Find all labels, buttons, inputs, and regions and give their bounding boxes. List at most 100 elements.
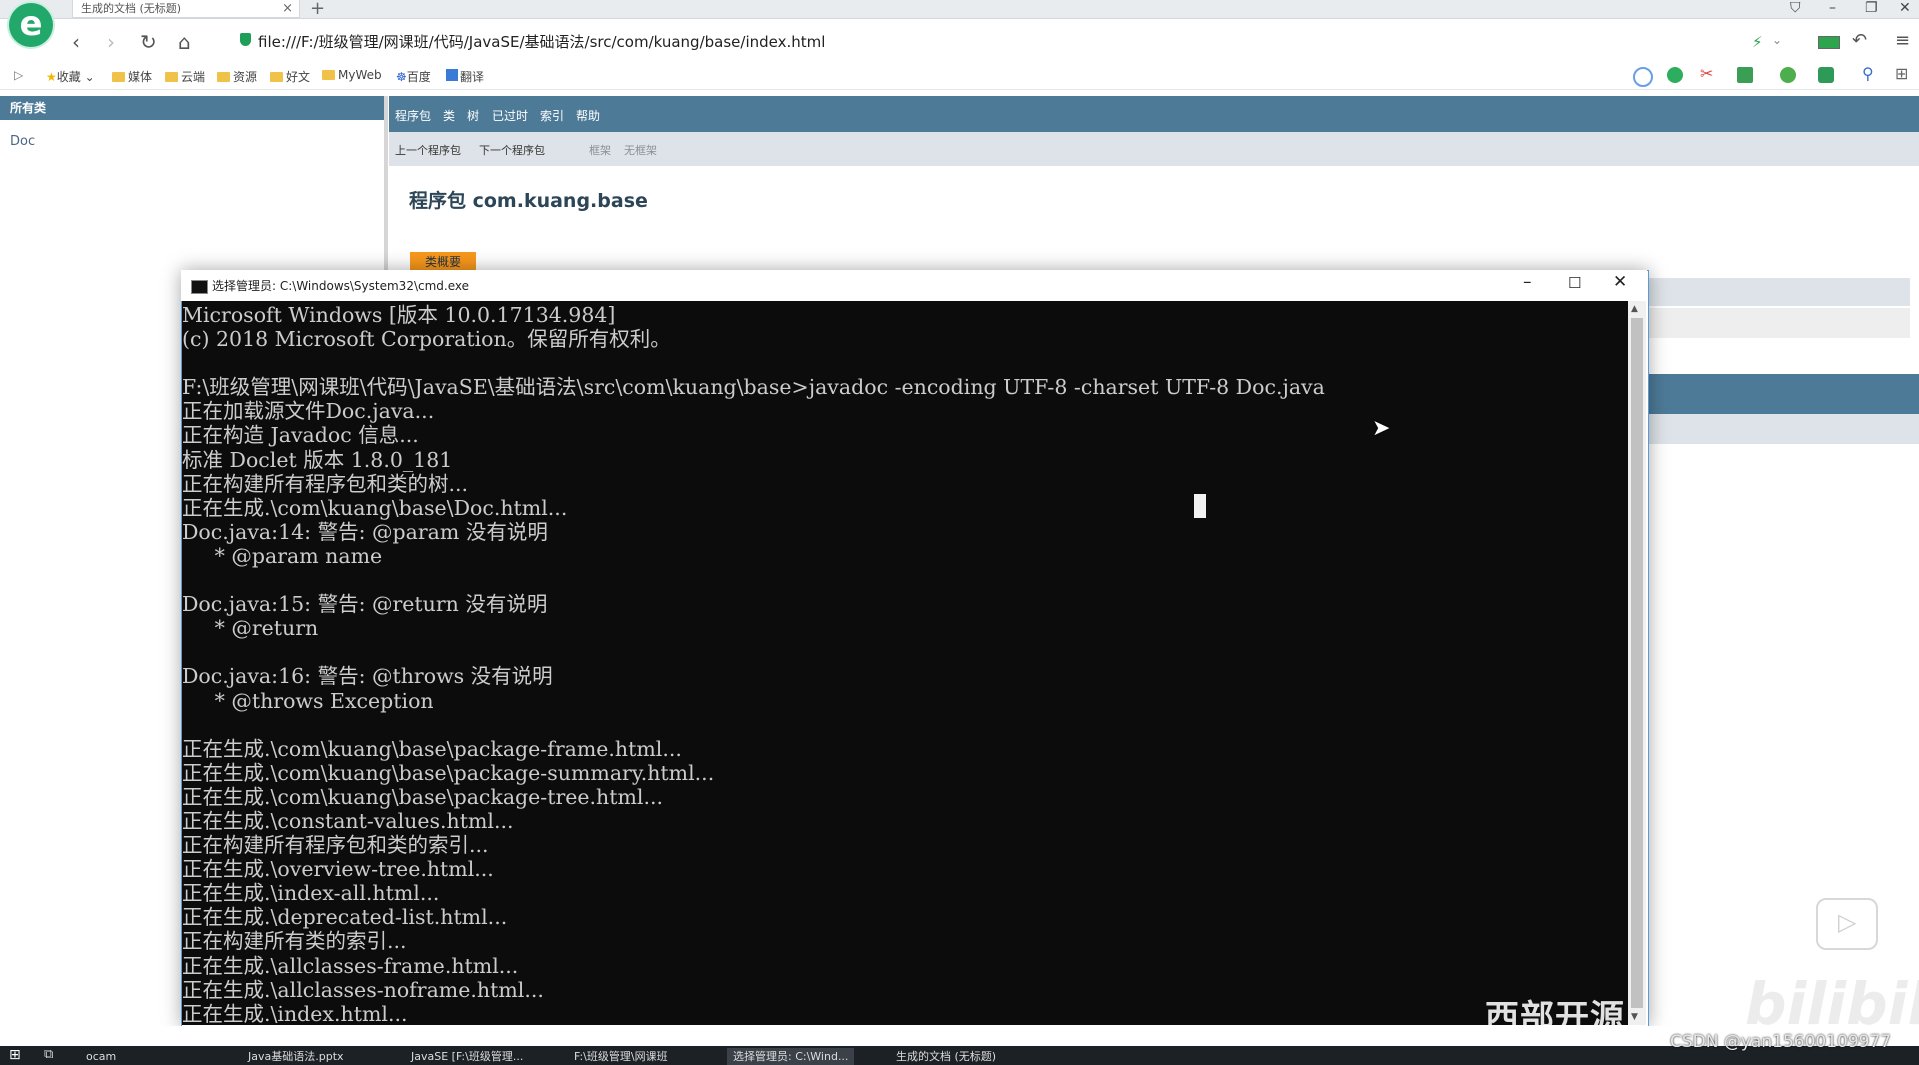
- console-line: 标准 Doclet 版本 1.8.0_181: [182, 447, 453, 472]
- folder-icon: [322, 70, 335, 80]
- javadoc-top-nav: [389, 96, 1919, 132]
- cmd-maximize-icon[interactable]: ☐: [1568, 274, 1581, 292]
- search-icon[interactable]: ⚲: [1862, 64, 1874, 83]
- close-window-icon[interactable]: ✕: [1899, 0, 1911, 16]
- cmd-close-icon[interactable]: ✕: [1613, 272, 1627, 292]
- download-ext-icon[interactable]: [1737, 67, 1753, 83]
- new-tab-icon[interactable]: +: [310, 0, 325, 19]
- back-icon[interactable]: ‹: [72, 30, 80, 54]
- browser-status-bar: [0, 1026, 1919, 1046]
- console-line: 正在构建所有程序包和类的索引...: [182, 833, 489, 858]
- nav-deprecated[interactable]: 已过时: [492, 107, 528, 124]
- task-view-icon[interactable]: ⧉: [44, 1047, 53, 1062]
- apps-grid-icon[interactable]: ⊞: [1895, 64, 1908, 83]
- prev-package-link[interactable]: 上一个程序包: [395, 142, 461, 158]
- console-line: 正在生成.\allclasses-noframe.html...: [182, 977, 544, 1002]
- console-line: 正在生成.\allclasses-frame.html...: [182, 953, 519, 978]
- taskbar-item-pptx[interactable]: Java基础语法.pptx: [242, 1048, 350, 1065]
- minimize-icon[interactable]: –: [1829, 0, 1836, 16]
- scroll-up-icon[interactable]: ▲: [1631, 304, 1638, 314]
- console-line: (c) 2018 Microsoft Corporation。保留所有权利。: [182, 327, 671, 352]
- console-line: 正在构造 Javadoc 信息...: [182, 423, 419, 448]
- windows-start-icon[interactable]: ⊞: [9, 1047, 21, 1063]
- console-line: Doc.java:14: 警告: @param 没有说明: [182, 519, 548, 544]
- lightning-icon[interactable]: ⚡: [1752, 33, 1763, 51]
- game-ext-icon[interactable]: [1818, 67, 1834, 83]
- folder-icon: [112, 72, 125, 82]
- no-frames-link[interactable]: 无框架: [624, 142, 657, 158]
- nav-package[interactable]: 程序包: [395, 107, 431, 124]
- play-icon: ▷: [1838, 908, 1857, 936]
- scissors-icon[interactable]: ✂: [1700, 64, 1713, 83]
- console-line: 正在生成.\index.html...: [182, 1001, 408, 1025]
- bookmark-translate[interactable]: 翻译: [446, 68, 484, 85]
- taskbar-item-explorer[interactable]: F:\班级管理\网课班: [568, 1048, 674, 1065]
- nav-index[interactable]: 索引: [540, 107, 564, 124]
- console-line: * @throws Exception: [182, 688, 434, 713]
- class-link-doc[interactable]: Doc: [10, 134, 35, 149]
- console-line: 正在生成.\com\kuang\base\package-summary.htm…: [182, 760, 715, 785]
- bookmark-cloud[interactable]: 云端: [165, 68, 205, 85]
- cmd-minimize-icon[interactable]: –: [1523, 272, 1532, 292]
- console-line: F:\班级管理\网课班\代码\JavaSE\基础语法\src\com\kuang…: [182, 375, 1325, 400]
- taskbar-item-idea[interactable]: JavaSE [F:\班级管理...: [405, 1048, 529, 1065]
- summary-table-row: [1640, 308, 1910, 338]
- taskbar-item-browser[interactable]: 生成的文档 (无标题): [890, 1048, 1002, 1065]
- taskbar-item-cmd[interactable]: 选择管理员: C:\Wind...: [727, 1048, 855, 1065]
- sidebar-toggle-icon[interactable]: ▷: [14, 68, 23, 82]
- console-line: 正在构建所有类的索引...: [182, 929, 407, 954]
- console-output[interactable]: Microsoft Windows [版本 10.0.17134.984] (c)…: [182, 301, 1628, 1025]
- taskbar-item-ocam[interactable]: ocam: [80, 1048, 122, 1065]
- console-line: Microsoft Windows [版本 10.0.17134.984]: [182, 303, 616, 327]
- nav-tree[interactable]: 树: [467, 107, 479, 124]
- shield-ext-icon[interactable]: [1780, 67, 1796, 83]
- csdn-watermark: CSDN @yan15600109977: [1670, 1032, 1892, 1052]
- bookmark-favorites[interactable]: ★收藏 ⌄: [46, 68, 95, 85]
- browser-tab[interactable]: 生成的文档 (无标题) ×: [72, 0, 300, 18]
- chevron-down-icon[interactable]: ⌄: [1772, 33, 1782, 47]
- console-line: * @return: [182, 616, 319, 641]
- console-line: 正在生成.\constant-values.html...: [182, 808, 514, 833]
- menu-icon[interactable]: ≡: [1895, 30, 1910, 51]
- bottom-nav-bar: [1640, 374, 1919, 414]
- console-line: 正在生成.\com\kuang\base\Doc.html...: [182, 495, 568, 520]
- frames-link[interactable]: 框架: [589, 142, 611, 158]
- play-button[interactable]: ▷: [1816, 898, 1878, 950]
- close-tab-icon[interactable]: ×: [282, 0, 293, 17]
- bookmark-articles[interactable]: 好文: [270, 68, 310, 85]
- nav-help[interactable]: 帮助: [576, 107, 600, 124]
- bookmark-baidu[interactable]: ☸百度: [396, 68, 431, 85]
- nav-class[interactable]: 类: [443, 107, 455, 124]
- extension-green-icon[interactable]: [1667, 67, 1683, 83]
- cmd-window-icon: [191, 280, 208, 294]
- minus-circle-icon[interactable]: [1633, 67, 1653, 87]
- bottom-sub-nav: [1640, 414, 1919, 444]
- restore-icon[interactable]: ❐: [1865, 0, 1878, 16]
- scroll-down-icon[interactable]: ▼: [1631, 1012, 1638, 1022]
- all-classes-header: 所有类: [0, 96, 384, 120]
- next-package-link[interactable]: 下一个程序包: [479, 142, 545, 158]
- browser-logo-icon[interactable]: e: [9, 3, 53, 47]
- scrollbar-thumb[interactable]: [1631, 318, 1643, 1008]
- battery-icon[interactable]: [1818, 36, 1840, 49]
- class-summary-tab: 类概要: [410, 252, 476, 272]
- url-field[interactable]: file:///F:/班级管理/网课班/代码/JavaSE/基础语法/src/c…: [258, 31, 825, 52]
- shirt-skin-icon[interactable]: ⛉: [1790, 0, 1801, 16]
- cmd-title: 选择管理员: C:\Windows\System32\cmd.exe: [212, 279, 469, 293]
- forward-icon[interactable]: ›: [107, 30, 115, 54]
- undo-icon[interactable]: ↶: [1852, 30, 1867, 51]
- text-cursor: [1194, 494, 1206, 518]
- console-text: Microsoft Windows [版本 10.0.17134.984] (c)…: [182, 303, 1325, 1025]
- bookmark-myweb[interactable]: MyWeb: [322, 68, 382, 82]
- folder-icon: [165, 72, 178, 82]
- bookmark-media[interactable]: 媒体: [112, 68, 152, 85]
- bookmark-resources[interactable]: 资源: [217, 68, 257, 85]
- reload-icon[interactable]: ↻: [140, 30, 157, 54]
- folder-icon: [217, 72, 230, 82]
- console-line: 正在构建所有程序包和类的树...: [182, 471, 469, 496]
- home-icon[interactable]: ⌂: [178, 30, 191, 54]
